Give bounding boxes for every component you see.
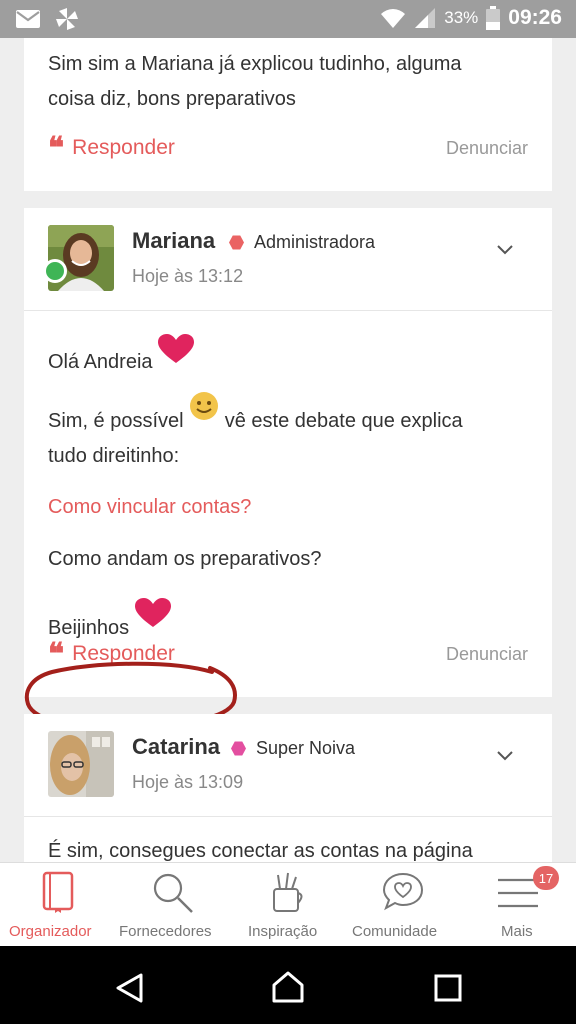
recents-icon[interactable] [434, 974, 462, 1002]
reply-label: Responder [72, 642, 175, 665]
notebook-icon [42, 871, 74, 913]
signoff-text: Beijinhos [48, 617, 130, 639]
question-text: Como andam os preparativos? [48, 548, 322, 570]
quote-icon: ❝ [48, 131, 64, 166]
nav-label: Inspiração [248, 923, 318, 940]
comment-body: É sim, consegues conectar as contas na p… [48, 840, 473, 862]
post-time: Hoje às 13:12 [132, 266, 244, 286]
nav-label: Fornecedores [119, 923, 212, 940]
home-icon[interactable] [271, 970, 305, 1004]
author-name[interactable]: Mariana [132, 228, 215, 254]
menu-icon [498, 878, 538, 908]
pencil-cup-icon [273, 872, 303, 912]
nav-label: Comunidade [352, 923, 438, 940]
chat-heart-icon [382, 872, 424, 911]
comment-card: Mariana Administradora Hoje às 13:12 Olá… [24, 208, 552, 697]
battery-percent: 33% [444, 8, 479, 27]
battery-icon [486, 6, 501, 30]
body-text: vê este debate que explica [224, 410, 463, 432]
online-indicator [43, 259, 67, 283]
post-time: Hoje às 13:09 [132, 772, 244, 792]
clock: 09:26 [508, 6, 562, 29]
comment-header: Mariana Administradora Hoje às 13:12 [24, 208, 552, 311]
report-button[interactable]: Denunciar [446, 644, 528, 665]
nav-comunidade[interactable]: Comunidade [344, 863, 460, 947]
author-role: Administradora [229, 232, 375, 253]
quote-icon: ❝ [48, 637, 64, 672]
debate-link[interactable]: Como vincular contas? [48, 490, 528, 525]
comment-text-line: coisa diz, bons preparativos [48, 88, 296, 110]
comment-header: Catarina Super Noiva Hoje às 13:09 [24, 714, 552, 817]
comment-body: Olá Andreia Sim, é possível vê este deba… [48, 334, 528, 639]
back-icon[interactable] [114, 972, 144, 1004]
reply-label: Responder [72, 136, 175, 159]
role-badge-icon [231, 741, 246, 756]
reply-button[interactable]: ❝ Responder [48, 131, 175, 166]
author-role: Super Noiva [231, 738, 355, 759]
system-navigation-bar [0, 946, 576, 1024]
notification-badge: 17 [533, 866, 559, 890]
greeting-text: Olá Andreia [48, 351, 153, 373]
search-icon [153, 873, 193, 913]
heart-icon [134, 598, 171, 627]
comment-text-line: Sim sim a Mariana já explicou tudinho, a… [48, 53, 462, 75]
comment-card: Sim sim a Mariana já explicou tudinho, a… [24, 38, 552, 191]
reply-button[interactable]: ❝ Responder [48, 637, 175, 672]
body-text: Sim, é possível [48, 410, 184, 432]
status-bar: 33% 09:26 [0, 0, 576, 38]
chevron-down-icon[interactable] [496, 750, 514, 762]
role-badge-icon [229, 235, 244, 250]
chevron-down-icon[interactable] [496, 244, 514, 256]
smile-emoji-icon [190, 392, 219, 420]
heart-icon [158, 334, 195, 363]
comment-feed[interactable]: Sim sim a Mariana já explicou tudinho, a… [0, 38, 576, 862]
avatar[interactable] [48, 731, 114, 797]
nav-organizador[interactable]: Organizador [0, 863, 116, 947]
bottom-navigation: Organizador Fornecedores Inspiração Comu… [0, 862, 576, 946]
author-name[interactable]: Catarina [132, 734, 220, 760]
signal-icon [415, 8, 436, 28]
mail-icon [16, 10, 40, 28]
nav-label: Mais [501, 923, 533, 940]
nav-label: Organizador [9, 923, 92, 940]
nav-fornecedores[interactable]: Fornecedores [116, 863, 232, 947]
wifi-icon [381, 9, 406, 28]
role-label: Super Noiva [256, 738, 356, 758]
pinwheel-icon [56, 8, 78, 30]
nav-inspiracao[interactable]: Inspiração [232, 863, 344, 947]
role-label: Administradora [254, 232, 376, 252]
report-button[interactable]: Denunciar [446, 138, 528, 159]
body-text: tudo direitinho: [48, 445, 180, 467]
nav-mais[interactable]: 17 Mais [460, 863, 576, 947]
comment-card: Catarina Super Noiva Hoje às 13:09 É sim… [24, 714, 552, 862]
